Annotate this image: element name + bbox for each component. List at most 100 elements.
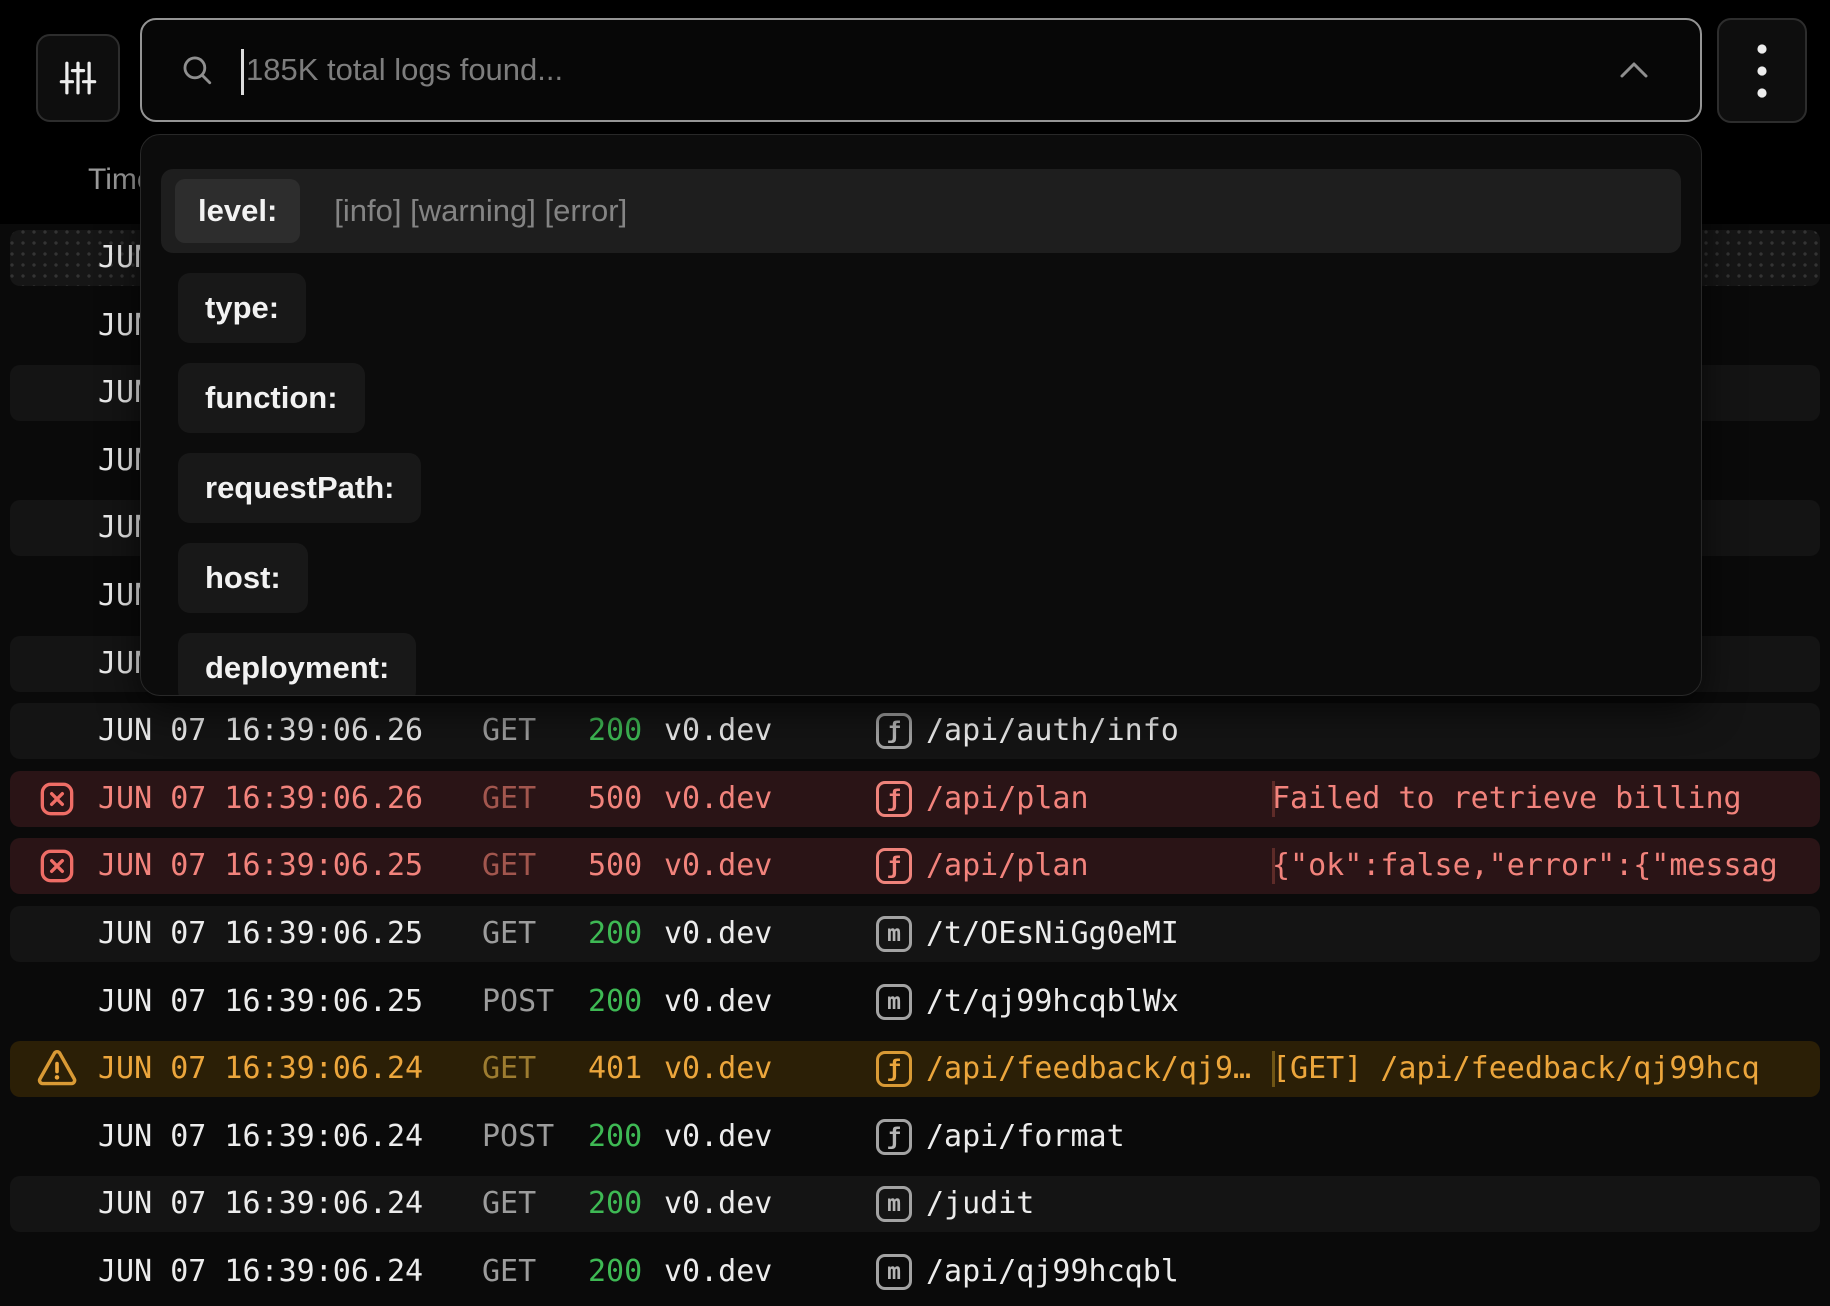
host-cell: v0.dev — [664, 771, 772, 827]
timestamp-cell: JUN 07 16:39:06.25 — [98, 906, 423, 962]
middleware-glyph: m — [887, 1257, 901, 1287]
status-cell: 200 — [588, 906, 642, 962]
middleware-glyph: m — [887, 987, 901, 1017]
function-icon: ƒ — [876, 1119, 912, 1155]
path-cell: /api/auth/info — [926, 703, 1179, 759]
host-cell: v0.dev — [664, 1041, 772, 1097]
function-glyph: ƒ — [887, 1054, 901, 1084]
status-cell: 200 — [588, 1109, 642, 1165]
path-cell: /api/format — [926, 1109, 1125, 1165]
status-cell: 500 — [588, 771, 642, 827]
log-row[interactable]: JUN 07 16:39:06.25 GET 500 v0.dev ƒ/api/plan… — [10, 838, 1820, 894]
error-level-icon — [34, 771, 80, 827]
message-cell: Failed to retrieve billing — [1272, 771, 1816, 827]
message-cell: {"ok":false,"error":{"messag — [1272, 838, 1816, 894]
timestamp-cell: JUN 07 16:39:06.24 — [98, 1041, 423, 1097]
timestamp-cell: JUN 07 16:39:06.24 — [98, 1244, 423, 1300]
middleware-glyph: m — [887, 919, 901, 949]
middleware-icon: m — [876, 1186, 912, 1222]
chevron-up-icon[interactable] — [1616, 59, 1652, 81]
log-row[interactable]: JUN 07 16:39:06.24GET200v0.devm/judit — [10, 1176, 1820, 1232]
path-cell: /t/qj99hcqblWx — [926, 974, 1179, 1030]
path-cell: /api/qj99hcqbl — [926, 1244, 1179, 1300]
suggestion-level[interactable]: level: [info] [warning] [error] — [161, 169, 1681, 253]
suggestion-type[interactable]: type: — [178, 273, 306, 343]
suggestion-level-hint: [info] [warning] [error] — [334, 193, 627, 229]
method-cell: GET — [482, 1041, 536, 1097]
message-text: {"ok":false,"error":{"messag — [1272, 838, 1778, 894]
function-icon: ƒ — [876, 781, 912, 817]
suggestion-deployment[interactable]: deployment: — [178, 633, 416, 696]
timestamp-cell: JUN 07 16:39:06.26 — [98, 703, 423, 759]
log-row[interactable]: JUN 07 16:39:06.26 GET 200 v0.dev ƒ/api/auth… — [10, 703, 1820, 759]
function-glyph: ƒ — [887, 784, 901, 814]
method-cell: GET — [482, 838, 536, 894]
log-row[interactable]: JUN 07 16:39:06.24POST200v0.devƒ/api/for… — [10, 1109, 1820, 1165]
method-cell: GET — [482, 703, 536, 759]
suggestion-function-item: function: — [178, 363, 365, 433]
status-cell: 200 — [588, 1176, 642, 1232]
suggestion-level-pill[interactable]: level: — [175, 179, 300, 243]
timestamp-cell: JUN 07 16:39:06.26 — [98, 771, 423, 827]
message-divider — [1272, 848, 1275, 884]
warning-level-icon — [34, 1041, 80, 1097]
status-cell: 200 — [588, 703, 642, 759]
log-row[interactable]: JUN 07 16:39:06.24 GET 200 v0.dev m/api/qj99… — [10, 1244, 1820, 1300]
logs-screen: Timestamp JUNJUNJUNJUNJUNJUNJUNJUN 07 16… — [0, 0, 1830, 1306]
suggestion-requestPath[interactable]: requestPath: — [178, 453, 421, 523]
filter-suggestions-dropdown: level: [info] [warning] [error] type: funct… — [140, 134, 1702, 696]
method-cell: GET — [482, 1176, 536, 1232]
sliders-icon — [57, 57, 99, 99]
message-divider — [1272, 781, 1275, 817]
more-options-button[interactable] — [1717, 18, 1807, 123]
host-cell: v0.dev — [664, 906, 772, 962]
suggestion-function[interactable]: function: — [178, 363, 365, 433]
log-row[interactable]: JUN 07 16:39:06.25POST200v0.devm/t/qj99h… — [10, 974, 1820, 1030]
warning-icon — [35, 1049, 79, 1089]
middleware-glyph: m — [887, 1189, 901, 1219]
message-text: Failed to retrieve billing — [1272, 771, 1742, 827]
error-icon — [37, 779, 77, 819]
function-icon: ƒ — [876, 1051, 912, 1087]
method-cell: POST — [482, 1109, 554, 1165]
path-cell: /api/plan — [926, 838, 1089, 894]
suggestion-host-item: host: — [178, 543, 308, 613]
search-input[interactable] — [142, 20, 1700, 120]
host-cell: v0.dev — [664, 1244, 772, 1300]
message-text: [GET] /api/feedback/qj99hcq — [1272, 1041, 1760, 1097]
path-cell: /api/feedback/qj9… — [926, 1041, 1251, 1097]
function-icon: ƒ — [876, 848, 912, 884]
suggestion-requestPath-item: requestPath: — [178, 453, 421, 523]
timestamp-cell: JUN 07 16:39:06.25 — [98, 974, 423, 1030]
timestamp-cell: JUN 07 16:39:06.24 — [98, 1176, 423, 1232]
suggestion-host[interactable]: host: — [178, 543, 308, 613]
status-cell: 200 — [588, 1244, 642, 1300]
host-cell: v0.dev — [664, 974, 772, 1030]
host-cell: v0.dev — [664, 838, 772, 894]
message-cell: [GET] /api/feedback/qj99hcq — [1272, 1041, 1816, 1097]
function-glyph: ƒ — [887, 716, 901, 746]
toolbar — [0, 0, 1830, 140]
log-row[interactable]: JUN 07 16:39:06.25GET200v0.devm/t/OEsNiG… — [10, 906, 1820, 962]
status-cell: 500 — [588, 838, 642, 894]
function-icon: ƒ — [876, 713, 912, 749]
host-cell: v0.dev — [664, 703, 772, 759]
function-glyph: ƒ — [887, 1122, 901, 1152]
method-cell: GET — [482, 906, 536, 962]
middleware-icon: m — [876, 1254, 912, 1290]
timestamp-cell: JUN 07 16:39:06.24 — [98, 1109, 423, 1165]
status-cell: 401 — [588, 1041, 642, 1097]
method-cell: GET — [482, 771, 536, 827]
path-cell: /api/plan — [926, 771, 1089, 827]
timestamp-cell: JUN 07 16:39:06.25 — [98, 838, 423, 894]
middleware-icon: m — [876, 984, 912, 1020]
log-row[interactable]: JUN 07 16:39:06.24 GET 401 v0.dev ƒ/api/feed… — [10, 1041, 1820, 1097]
method-cell: GET — [482, 1244, 536, 1300]
suggestion-deployment-item: deployment: — [178, 633, 416, 696]
message-divider — [1272, 1051, 1275, 1087]
suggestion-type-item: type: — [178, 273, 306, 343]
log-row[interactable]: JUN 07 16:39:06.26 GET 500 v0.dev ƒ/api/plan… — [10, 771, 1820, 827]
function-glyph: ƒ — [887, 851, 901, 881]
filter-button[interactable] — [36, 34, 120, 122]
middleware-icon: m — [876, 916, 912, 952]
